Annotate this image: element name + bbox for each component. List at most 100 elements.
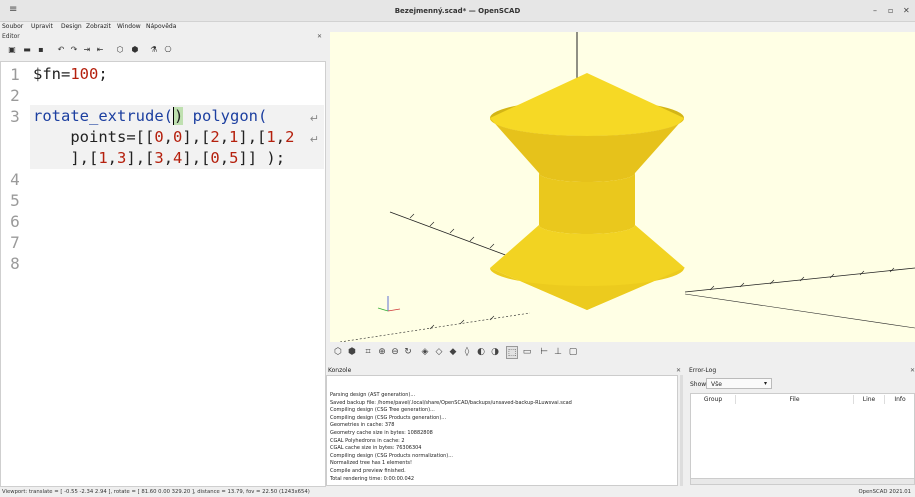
maximize-icon[interactable]: ▫	[888, 6, 893, 15]
console-line: Geometry cache size in bytes: 10882808	[330, 430, 433, 436]
wrap-indicator-icon: ↵	[309, 133, 319, 146]
indent-icon[interactable]: ⇥	[82, 45, 92, 55]
line-number: 6	[10, 212, 20, 231]
menu-soubor[interactable]: Soubor	[2, 23, 23, 30]
code-line-3-wrap-1: points=[[0,0],[2,1],[1,2	[33, 128, 295, 146]
line-number: 8	[10, 254, 20, 273]
column-file[interactable]: File	[736, 395, 854, 404]
view-all-icon[interactable]: ⌗	[362, 346, 374, 359]
preview-icon[interactable]: ⬡	[115, 45, 125, 55]
error-log-label: Error-Log	[689, 367, 717, 374]
zoom-in-icon[interactable]: ⊕	[376, 346, 388, 359]
show-edges-icon[interactable]: ▢	[567, 346, 579, 359]
column-group[interactable]: Group	[691, 395, 736, 404]
reset-view-icon[interactable]: ↻	[402, 346, 414, 359]
console-line: Compile and preview finished.	[330, 468, 406, 474]
export-3d-icon[interactable]: ⎔	[163, 45, 173, 55]
column-line[interactable]: Line	[854, 395, 885, 404]
3d-viewport[interactable]	[330, 32, 915, 342]
window-title: Bezejmenný.scad* — OpenSCAD	[394, 7, 521, 15]
menu-window[interactable]: Window	[117, 23, 141, 30]
middle-cylinder	[539, 173, 635, 234]
console-line: Compiling design (CSG Tree generation)..…	[330, 407, 435, 414]
line-number: 4	[10, 170, 20, 189]
console-output[interactable]: Parsing design (AST generation)... Saved…	[326, 375, 678, 486]
title-bar: ≡ Bezejmenný.scad* — OpenSCAD – ▫ ✕	[0, 0, 915, 22]
console-line: Total rendering time: 0:00:00.042	[330, 475, 415, 482]
code-editor[interactable]: 1 2 3 4 5 6 7 8 $fn=100; rotate_extrude(…	[0, 61, 326, 487]
close-icon[interactable]: ✕	[903, 6, 910, 15]
minimize-icon[interactable]: –	[873, 6, 877, 15]
render-icon[interactable]: ⬢	[346, 346, 358, 359]
wrap-indicator-icon: ↵	[309, 112, 319, 125]
line-number: 7	[10, 233, 20, 252]
editor-toolbar: ▣ ▬ ▪ ↶ ↷ ⇥ ⇤ ⬡ ⬢ ⚗ ⎔	[0, 41, 330, 61]
y-axis-neg	[339, 312, 531, 342]
top-cone	[490, 73, 684, 136]
view-left-icon[interactable]: ◊	[461, 346, 473, 359]
show-scale-icon[interactable]: ⊥	[552, 346, 564, 359]
line-number: 3	[10, 107, 20, 126]
line-number: 1	[10, 65, 20, 84]
menu-napoveda[interactable]: Nápověda	[146, 23, 176, 30]
render-icon[interactable]: ⬢	[130, 45, 140, 55]
code-line-3-wrap-2: ],[1,3],[3,4],[0,5]] );	[33, 149, 286, 167]
column-info[interactable]: Info	[885, 395, 915, 404]
console-line: Parsing design (AST generation)...	[330, 392, 416, 398]
console-close-icon[interactable]: ✕	[676, 367, 681, 374]
new-file-icon[interactable]: ▣	[7, 45, 17, 55]
menu-design[interactable]: Design	[61, 23, 82, 30]
x-axis	[684, 267, 915, 293]
view-back-icon[interactable]: ◑	[489, 346, 501, 359]
editor-close-icon[interactable]: ✕	[317, 33, 322, 40]
console-line: Normalized tree has 1 elements!	[330, 460, 413, 467]
preview-icon[interactable]: ⬡	[332, 346, 344, 359]
menu-bar: Soubor Upravit Design Zobrazit Window Ná…	[0, 22, 330, 32]
axis-gizmo	[377, 296, 401, 312]
zoom-out-icon[interactable]: ⊖	[389, 346, 401, 359]
console-line: CGAL Polyhedrons in cache: 2	[330, 437, 405, 444]
export-stl-icon[interactable]: ⚗	[149, 45, 159, 55]
editor-panel-label: Editor	[2, 33, 20, 40]
error-log-panel: Error-Log ✕ Show Vše ▾ Group File Line In…	[687, 364, 915, 487]
console-line: Geometries in cache: 378	[330, 422, 395, 429]
save-file-icon[interactable]: ▪	[36, 45, 46, 55]
console-scrollbar[interactable]	[680, 375, 683, 486]
error-log-table[interactable]: Group File Line Info	[690, 393, 915, 485]
orthogonal-icon[interactable]: ▭	[521, 346, 533, 359]
console-line: Compiling design (CSG Products generatio…	[330, 414, 447, 421]
menu-zobrazit[interactable]: Zobrazit	[86, 23, 111, 30]
status-bar: Viewport: translate = [ -0.55 -2.34 2.94…	[0, 488, 915, 497]
undo-icon[interactable]: ↶	[56, 45, 66, 55]
line-number: 2	[10, 86, 20, 105]
view-bottom-icon[interactable]: ◆	[447, 346, 459, 359]
view-front-icon[interactable]: ◐	[475, 346, 487, 359]
show-filter-select[interactable]: Vše ▾	[706, 378, 772, 389]
code-line-1: $fn=100;	[33, 65, 108, 83]
unindent-icon[interactable]: ⇤	[95, 45, 105, 55]
show-filter-value: Vše	[711, 381, 722, 388]
console-panel: Konzole ✕ Parsing design (AST generation…	[326, 364, 683, 487]
error-log-hscrollbar[interactable]	[691, 478, 914, 484]
view-toolbar: ⬡ ⬢ ⌗ ⊕ ⊖ ↻ ◈ ◇ ◆ ◊ ◐ ◑ ⬚ ▭ ⊢ ⊥ ▢	[330, 342, 630, 364]
console-label: Konzole	[328, 367, 352, 374]
3d-render	[339, 32, 915, 342]
console-line: CGAL cache size in bytes: 76306304	[330, 445, 422, 452]
console-line: Compiling design (CSG Products normaliza…	[330, 452, 454, 459]
chevron-down-icon: ▾	[763, 380, 767, 387]
show-axes-icon[interactable]: ⊢	[538, 346, 550, 359]
view-right-icon[interactable]: ◈	[419, 346, 431, 359]
line-number: 5	[10, 191, 20, 210]
x-axis-neg	[684, 293, 915, 329]
redo-icon[interactable]: ↷	[69, 45, 79, 55]
menu-upravit[interactable]: Upravit	[31, 23, 53, 30]
viewport-status: Viewport: translate = [ -0.55 -2.34 2.94…	[2, 489, 310, 495]
code-line-3: rotate_extrude() polygon(	[33, 107, 268, 125]
error-log-close-icon[interactable]: ✕	[910, 367, 915, 374]
console-line: Saved backup file: /home/pavel/.local/sh…	[330, 399, 572, 406]
show-label: Show	[690, 381, 707, 388]
view-top-icon[interactable]: ◇	[433, 346, 445, 359]
perspective-icon[interactable]: ⬚	[506, 346, 518, 359]
open-file-icon[interactable]: ▬	[22, 45, 32, 55]
version-label: OpenSCAD 2021.01	[858, 489, 912, 495]
